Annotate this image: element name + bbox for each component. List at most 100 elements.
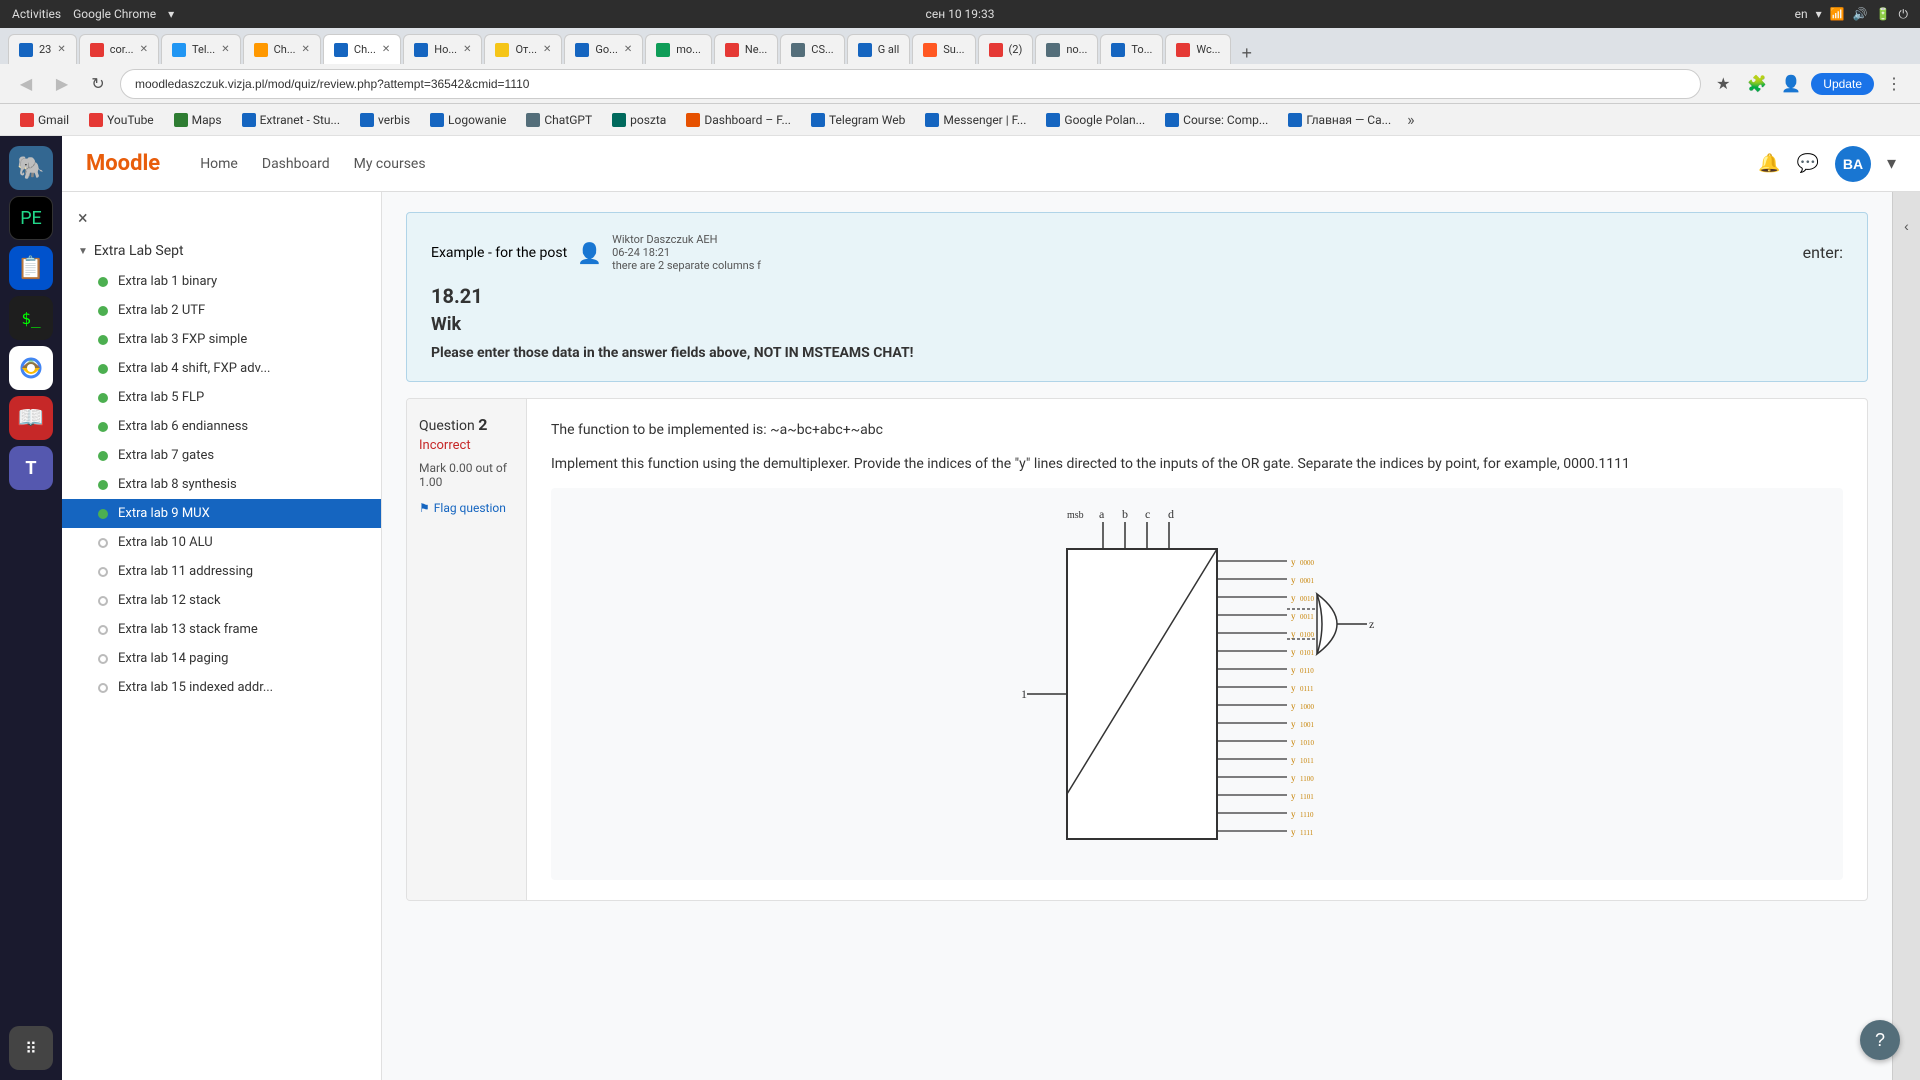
- nav-my-courses[interactable]: My courses: [354, 156, 426, 172]
- sidebar-item-extra-lab-13[interactable]: Extra lab 13 stack frame: [62, 615, 381, 644]
- tab-2[interactable]: cor... ✕: [79, 34, 159, 64]
- bookmark-dashboard[interactable]: Dashboard – F...: [678, 110, 799, 130]
- tab-close-1[interactable]: ✕: [57, 44, 65, 55]
- address-bar[interactable]: [120, 69, 1701, 99]
- new-tab-button[interactable]: +: [1233, 43, 1260, 64]
- bookmark-label-chatgpt: ChatGPT: [544, 113, 592, 127]
- sidebar-item-extra-lab-5[interactable]: Extra lab 5 FLP: [62, 383, 381, 412]
- tab-close-2[interactable]: ✕: [140, 44, 148, 55]
- messages-button[interactable]: 💬: [1797, 153, 1819, 174]
- tab-8[interactable]: mo...: [645, 34, 712, 64]
- sidebar-item-extra-lab-8[interactable]: Extra lab 8 synthesis: [62, 470, 381, 499]
- reload-button[interactable]: ↻: [84, 70, 112, 98]
- tab-close-5[interactable]: ✕: [463, 44, 471, 55]
- profile-button[interactable]: 👤: [1777, 70, 1805, 98]
- dock-icon-pycharm[interactable]: PE: [9, 196, 53, 240]
- tab-3[interactable]: Tel... ✕: [161, 34, 241, 64]
- back-button[interactable]: ◀: [12, 70, 40, 98]
- tab-close-7[interactable]: ✕: [624, 44, 632, 55]
- bookmark-gmail[interactable]: Gmail: [12, 110, 77, 130]
- bookmark-maps[interactable]: Maps: [166, 110, 230, 130]
- dock-icon-trello[interactable]: 📋: [9, 246, 53, 290]
- dock-icon-teams[interactable]: T: [9, 446, 53, 490]
- tab-10[interactable]: CS...: [780, 34, 844, 64]
- tab-13[interactable]: (2): [978, 34, 1034, 64]
- sidebar-item-extra-lab-11[interactable]: Extra lab 11 addressing: [62, 557, 381, 586]
- sidebar-item-extra-lab-14[interactable]: Extra lab 14 paging: [62, 644, 381, 673]
- dock-icon-chrome[interactable]: [9, 346, 53, 390]
- tab-5[interactable]: Ho... ✕: [403, 34, 482, 64]
- tab-close-6[interactable]: ✕: [543, 44, 551, 55]
- bookmark-youtube[interactable]: YouTube: [81, 110, 162, 130]
- tab-11[interactable]: G all: [847, 34, 911, 64]
- dock-icon-apps[interactable]: ⠿: [9, 1026, 53, 1070]
- user-avatar-button[interactable]: BA: [1835, 146, 1871, 182]
- question-2-body: The function to be implemented is: ~a~bc…: [527, 399, 1867, 900]
- dock-icon-postgres[interactable]: 🐘: [9, 146, 53, 190]
- activities-label[interactable]: Activities: [12, 7, 61, 21]
- tab-16[interactable]: Wc...: [1165, 34, 1231, 64]
- tab-15[interactable]: To...: [1100, 34, 1163, 64]
- tab-close-active[interactable]: ✕: [382, 44, 390, 55]
- sidebar-item-extra-lab-7[interactable]: Extra lab 7 gates: [62, 441, 381, 470]
- question-number: Question 2: [419, 415, 514, 434]
- tab-active[interactable]: Ch... ✕: [323, 34, 401, 64]
- sidebar-item-extra-lab-15[interactable]: Extra lab 15 indexed addr...: [62, 673, 381, 702]
- sidebar-item-extra-lab-10[interactable]: Extra lab 10 ALU: [62, 528, 381, 557]
- tab-7[interactable]: Go... ✕: [564, 34, 643, 64]
- bookmark-favicon-dashboard: [686, 113, 700, 127]
- bookmark-extranet[interactable]: Extranet - Stu...: [234, 110, 348, 130]
- tab-4[interactable]: Ch... ✕: [243, 34, 321, 64]
- sidebar-item-extra-lab-1[interactable]: Extra lab 1 binary: [62, 267, 381, 296]
- bookmark-chatgpt[interactable]: ChatGPT: [518, 110, 600, 130]
- right-panel-toggle[interactable]: ‹: [1892, 192, 1920, 1080]
- moodle-logo[interactable]: Moodle: [86, 151, 160, 176]
- bookmark-google-poland[interactable]: Google Polan...: [1038, 110, 1153, 130]
- bookmarks-more[interactable]: »: [1407, 110, 1415, 129]
- tab-9[interactable]: Ne...: [714, 34, 778, 64]
- tab-close-3[interactable]: ✕: [221, 44, 229, 55]
- user-menu-chevron[interactable]: ▾: [1887, 153, 1896, 174]
- tab-label-16: Wc...: [1196, 43, 1220, 56]
- bookmark-poszta[interactable]: poszta: [604, 110, 674, 130]
- notification-bell-button[interactable]: 🔔: [1758, 153, 1780, 174]
- tab-12[interactable]: Su...: [912, 34, 975, 64]
- forward-button[interactable]: ▶: [48, 70, 76, 98]
- right-toggle-button[interactable]: ‹: [1900, 212, 1913, 240]
- svg-text:y: y: [1291, 755, 1296, 765]
- extensions-button[interactable]: 🧩: [1743, 70, 1771, 98]
- status-dot-3: [98, 335, 108, 345]
- bookmark-glavnaya[interactable]: Главная — Са...: [1280, 110, 1399, 130]
- nav-home[interactable]: Home: [200, 156, 238, 172]
- bookmark-logowanie[interactable]: Logowanie: [422, 110, 514, 130]
- update-button[interactable]: Update: [1811, 73, 1874, 95]
- bookmark-button[interactable]: ★: [1709, 70, 1737, 98]
- bookmark-messenger[interactable]: Messenger | F...: [917, 110, 1034, 130]
- tab-close-4[interactable]: ✕: [302, 44, 310, 55]
- tab-6[interactable]: Oт... ✕: [484, 34, 562, 64]
- section-header-extra-lab-sept[interactable]: ▼ Extra Lab Sept: [62, 235, 381, 267]
- dock-icon-reader[interactable]: 📖: [9, 396, 53, 440]
- bookmark-course[interactable]: Course: Comp...: [1157, 110, 1276, 130]
- os-bar-left: Activities Google Chrome ▾: [12, 7, 174, 21]
- sidebar-item-extra-lab-9[interactable]: Extra lab 9 MUX: [62, 499, 381, 528]
- bookmark-verbis[interactable]: verbis: [352, 110, 418, 130]
- bookmark-favicon-course: [1165, 113, 1179, 127]
- sidebar-item-extra-lab-3[interactable]: Extra lab 3 FXP simple: [62, 325, 381, 354]
- tab-14[interactable]: no...: [1035, 34, 1098, 64]
- sidebar-item-extra-lab-2[interactable]: Extra lab 2 UTF: [62, 296, 381, 325]
- nav-dashboard[interactable]: Dashboard: [262, 156, 330, 172]
- bookmark-telegram[interactable]: Telegram Web: [803, 110, 913, 130]
- lang-dropdown-icon[interactable]: ▾: [1816, 7, 1822, 21]
- sidebar-close-button[interactable]: ×: [62, 202, 381, 235]
- help-button[interactable]: ?: [1860, 1020, 1900, 1060]
- sidebar-item-extra-lab-4[interactable]: Extra lab 4 shift, FXP adv...: [62, 354, 381, 383]
- tab-1[interactable]: 23 ✕: [8, 34, 77, 64]
- sidebar-item-extra-lab-12[interactable]: Extra lab 12 stack: [62, 586, 381, 615]
- bookmark-label-google-poland: Google Polan...: [1064, 113, 1145, 127]
- dock-icon-terminal[interactable]: $_: [9, 296, 53, 340]
- flag-question-button[interactable]: ⚑ Flag question: [419, 501, 514, 515]
- sidebar-item-extra-lab-6[interactable]: Extra lab 6 endianness: [62, 412, 381, 441]
- menu-button[interactable]: ⋮: [1880, 70, 1908, 98]
- app-dropdown-icon[interactable]: ▾: [168, 7, 174, 21]
